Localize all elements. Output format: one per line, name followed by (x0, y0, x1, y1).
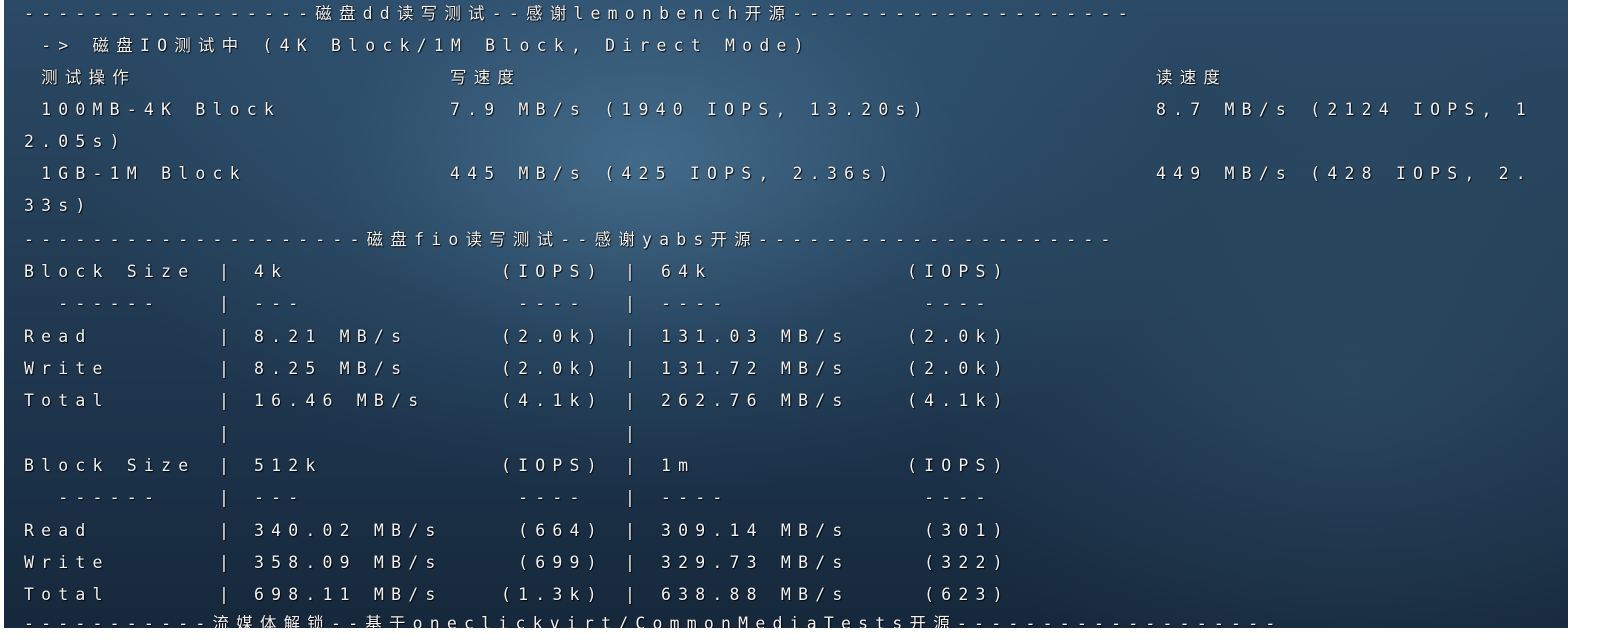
fio-iops-col1: ---- (501, 294, 587, 314)
fio-section-header: --------------------磁盘fio读写测试--感谢yabs开源-… (24, 230, 1118, 249)
fio-separator: | (625, 520, 643, 540)
fio-value-col1: 8.21 MB/s (254, 326, 409, 346)
fio-iops-col2: (2.0k) (907, 326, 1010, 346)
terminal-window: -----------------磁盘dd读写测试--感谢lemonbench开… (4, 0, 1568, 628)
fio-iops-col2: ---- (907, 488, 993, 508)
fio-value-col1: 358.09 MB/s (254, 552, 443, 572)
fio-row-label: Read (24, 520, 93, 540)
fio-iops-col2: (IOPS) (907, 456, 1010, 475)
fio-value-col1: 340.02 MB/s (254, 520, 443, 540)
dd-col-read-header: 读速度 (1156, 68, 1228, 87)
media-unlock-section-header: -----------流媒体解锁--基于oneclickvirt/CommonM… (24, 614, 1283, 628)
dd-col-write-header: 写速度 (450, 68, 522, 87)
fio-separator: | (219, 488, 237, 508)
fio-value-col1: 4k (254, 262, 289, 281)
fio-separator: | (219, 358, 237, 378)
fio-value-col2: 1m (661, 456, 696, 475)
cut-off-line-wrapper: -----------流媒体解锁--基于oneclickvirt/CommonM… (4, 612, 1568, 628)
fio-separator: | (625, 488, 643, 508)
fio-row-label: Block Size (24, 456, 196, 475)
fio-iops-col1: (2.0k) (501, 358, 604, 378)
fio-iops-col2: (2.0k) (907, 358, 1010, 378)
fio-separator: | (219, 552, 237, 572)
dd-row-read: 8.7 MB/s (2124 IOPS, 1 (1156, 100, 1533, 119)
fio-value-col1: --- (254, 488, 306, 508)
fio-row-label: Total (24, 391, 110, 411)
fio-iops-col2: (301) (907, 520, 1010, 540)
fio-iops-col1: ---- (501, 488, 587, 508)
fio-separator: | (219, 294, 237, 314)
fio-value-col2: ---- (661, 488, 730, 508)
fio-iops-col1: (699) (501, 552, 604, 572)
fio-value-col2: 64k (661, 262, 713, 281)
fio-iops-col2: ---- (907, 294, 993, 314)
fio-separator: | (625, 456, 643, 475)
dd-section-header: -----------------磁盘dd读写测试--感谢lemonbench开… (24, 4, 1135, 23)
fio-separator: | (625, 326, 643, 346)
fio-value-col2: 131.03 MB/s (661, 326, 850, 346)
fio-separator: | (625, 424, 643, 443)
fio-value-col1: 698.11 MB/s (254, 585, 443, 605)
fio-row-label: ------ (24, 488, 162, 508)
fio-separator: | (625, 552, 643, 572)
fio-value-col1: 512k (254, 456, 323, 475)
dd-row-read-wrap: 33s) (24, 196, 93, 215)
fio-separator: | (625, 294, 643, 314)
fio-separator: | (625, 262, 643, 281)
fio-iops-col1: (IOPS) (501, 262, 604, 281)
dd-row-write: 445 MB/s (425 IOPS, 2.36s) (450, 164, 896, 183)
fio-separator: | (219, 424, 237, 443)
fio-iops-col2: (322) (907, 552, 1010, 572)
fio-value-col2: 329.73 MB/s (661, 552, 850, 572)
fio-value-col1: 8.25 MB/s (254, 358, 409, 378)
dd-col-op-header: 测试操作 (24, 68, 136, 87)
fio-separator: | (219, 262, 237, 281)
dd-test-subtitle: -> 磁盘IO测试中 (4K Block/1M Block, Direct Mo… (24, 36, 811, 55)
fio-row-label: Total (24, 585, 110, 605)
fio-separator: | (219, 326, 237, 346)
fio-value-col2: 638.88 MB/s (661, 585, 850, 605)
fio-value-col2: 131.72 MB/s (661, 358, 850, 378)
fio-value-col1: 16.46 MB/s (254, 391, 426, 411)
fio-row-label: Read (24, 326, 93, 346)
fio-iops-col1: (1.3k) (501, 585, 604, 605)
fio-iops-col1: (2.0k) (501, 326, 604, 346)
fio-separator: | (625, 391, 643, 411)
fio-row-label: Write (24, 552, 110, 572)
fio-separator: | (219, 456, 237, 475)
dd-row-op: 1GB-1M Block (24, 164, 247, 183)
fio-value-col1: --- (254, 294, 306, 314)
fio-row-label: ------ (24, 294, 162, 314)
fio-value-col2: ---- (661, 294, 730, 314)
fio-iops-col2: (IOPS) (907, 262, 1010, 281)
dd-row-write: 7.9 MB/s (1940 IOPS, 13.20s) (450, 100, 930, 119)
fio-iops-col1: (664) (501, 520, 604, 540)
fio-separator: | (219, 391, 237, 411)
fio-row-label: Write (24, 358, 110, 378)
fio-separator: | (219, 520, 237, 540)
fio-iops-col1: (IOPS) (501, 456, 604, 475)
fio-separator: | (625, 358, 643, 378)
fio-separator: | (625, 585, 643, 605)
fio-separator: | (219, 585, 237, 605)
dd-row-read: 449 MB/s (428 IOPS, 2. (1156, 164, 1533, 183)
fio-row-label: Block Size (24, 262, 196, 281)
fio-iops-col2: (623) (907, 585, 1010, 605)
fio-iops-col1: (4.1k) (501, 391, 604, 411)
dd-row-op: 100MB-4K Block (24, 100, 282, 119)
dd-row-read-wrap: 2.05s) (24, 132, 127, 151)
fio-iops-col2: (4.1k) (907, 391, 1010, 411)
fio-value-col2: 309.14 MB/s (661, 520, 850, 540)
fio-value-col2: 262.76 MB/s (661, 391, 850, 411)
